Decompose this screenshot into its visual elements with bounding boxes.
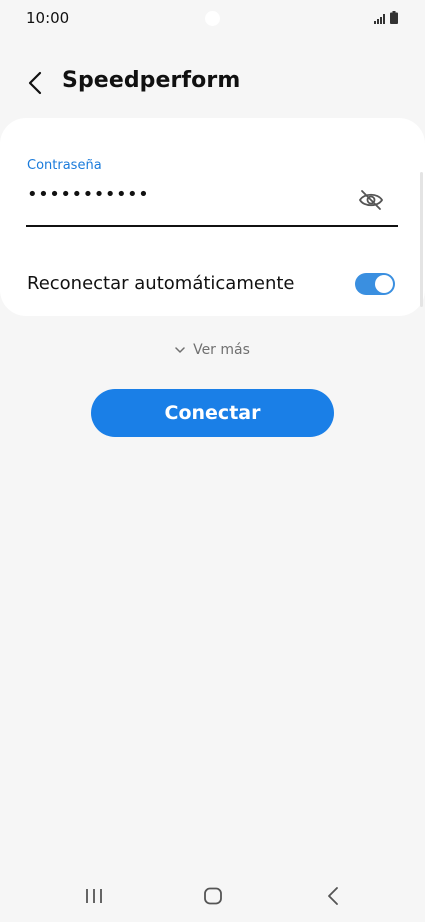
recents-icon[interactable] (84, 887, 104, 905)
back-arrow-icon[interactable] (24, 70, 48, 96)
home-icon[interactable] (203, 887, 223, 905)
toggle-knob (375, 275, 393, 293)
connect-button[interactable]: Conectar (91, 389, 334, 437)
status-time: 10:00 (26, 9, 70, 27)
password-underline (26, 225, 398, 227)
scroll-indicator (420, 172, 423, 307)
signal-icon (374, 14, 385, 24)
page-title: Speedperform (62, 68, 241, 93)
auto-reconnect-toggle[interactable] (355, 273, 395, 295)
battery-icon (390, 11, 398, 24)
view-more-button[interactable]: Ver más (0, 340, 425, 360)
navigation-bar (0, 876, 425, 916)
status-icons (374, 11, 398, 24)
app-header: Speedperform (0, 58, 425, 108)
view-more-label: Ver más (193, 342, 250, 358)
status-bar: 10:00 (0, 0, 425, 40)
auto-reconnect-label: Reconectar automáticamente (27, 273, 295, 294)
chevron-down-icon (175, 347, 185, 353)
password-label: Contraseña (27, 158, 102, 173)
eye-off-icon[interactable] (357, 188, 385, 212)
camera-cutout (205, 11, 220, 26)
password-input[interactable]: ••••••••••• (27, 184, 149, 205)
network-settings-card: Contraseña ••••••••••• Reconectar automá… (0, 118, 425, 316)
back-icon[interactable] (325, 886, 341, 906)
